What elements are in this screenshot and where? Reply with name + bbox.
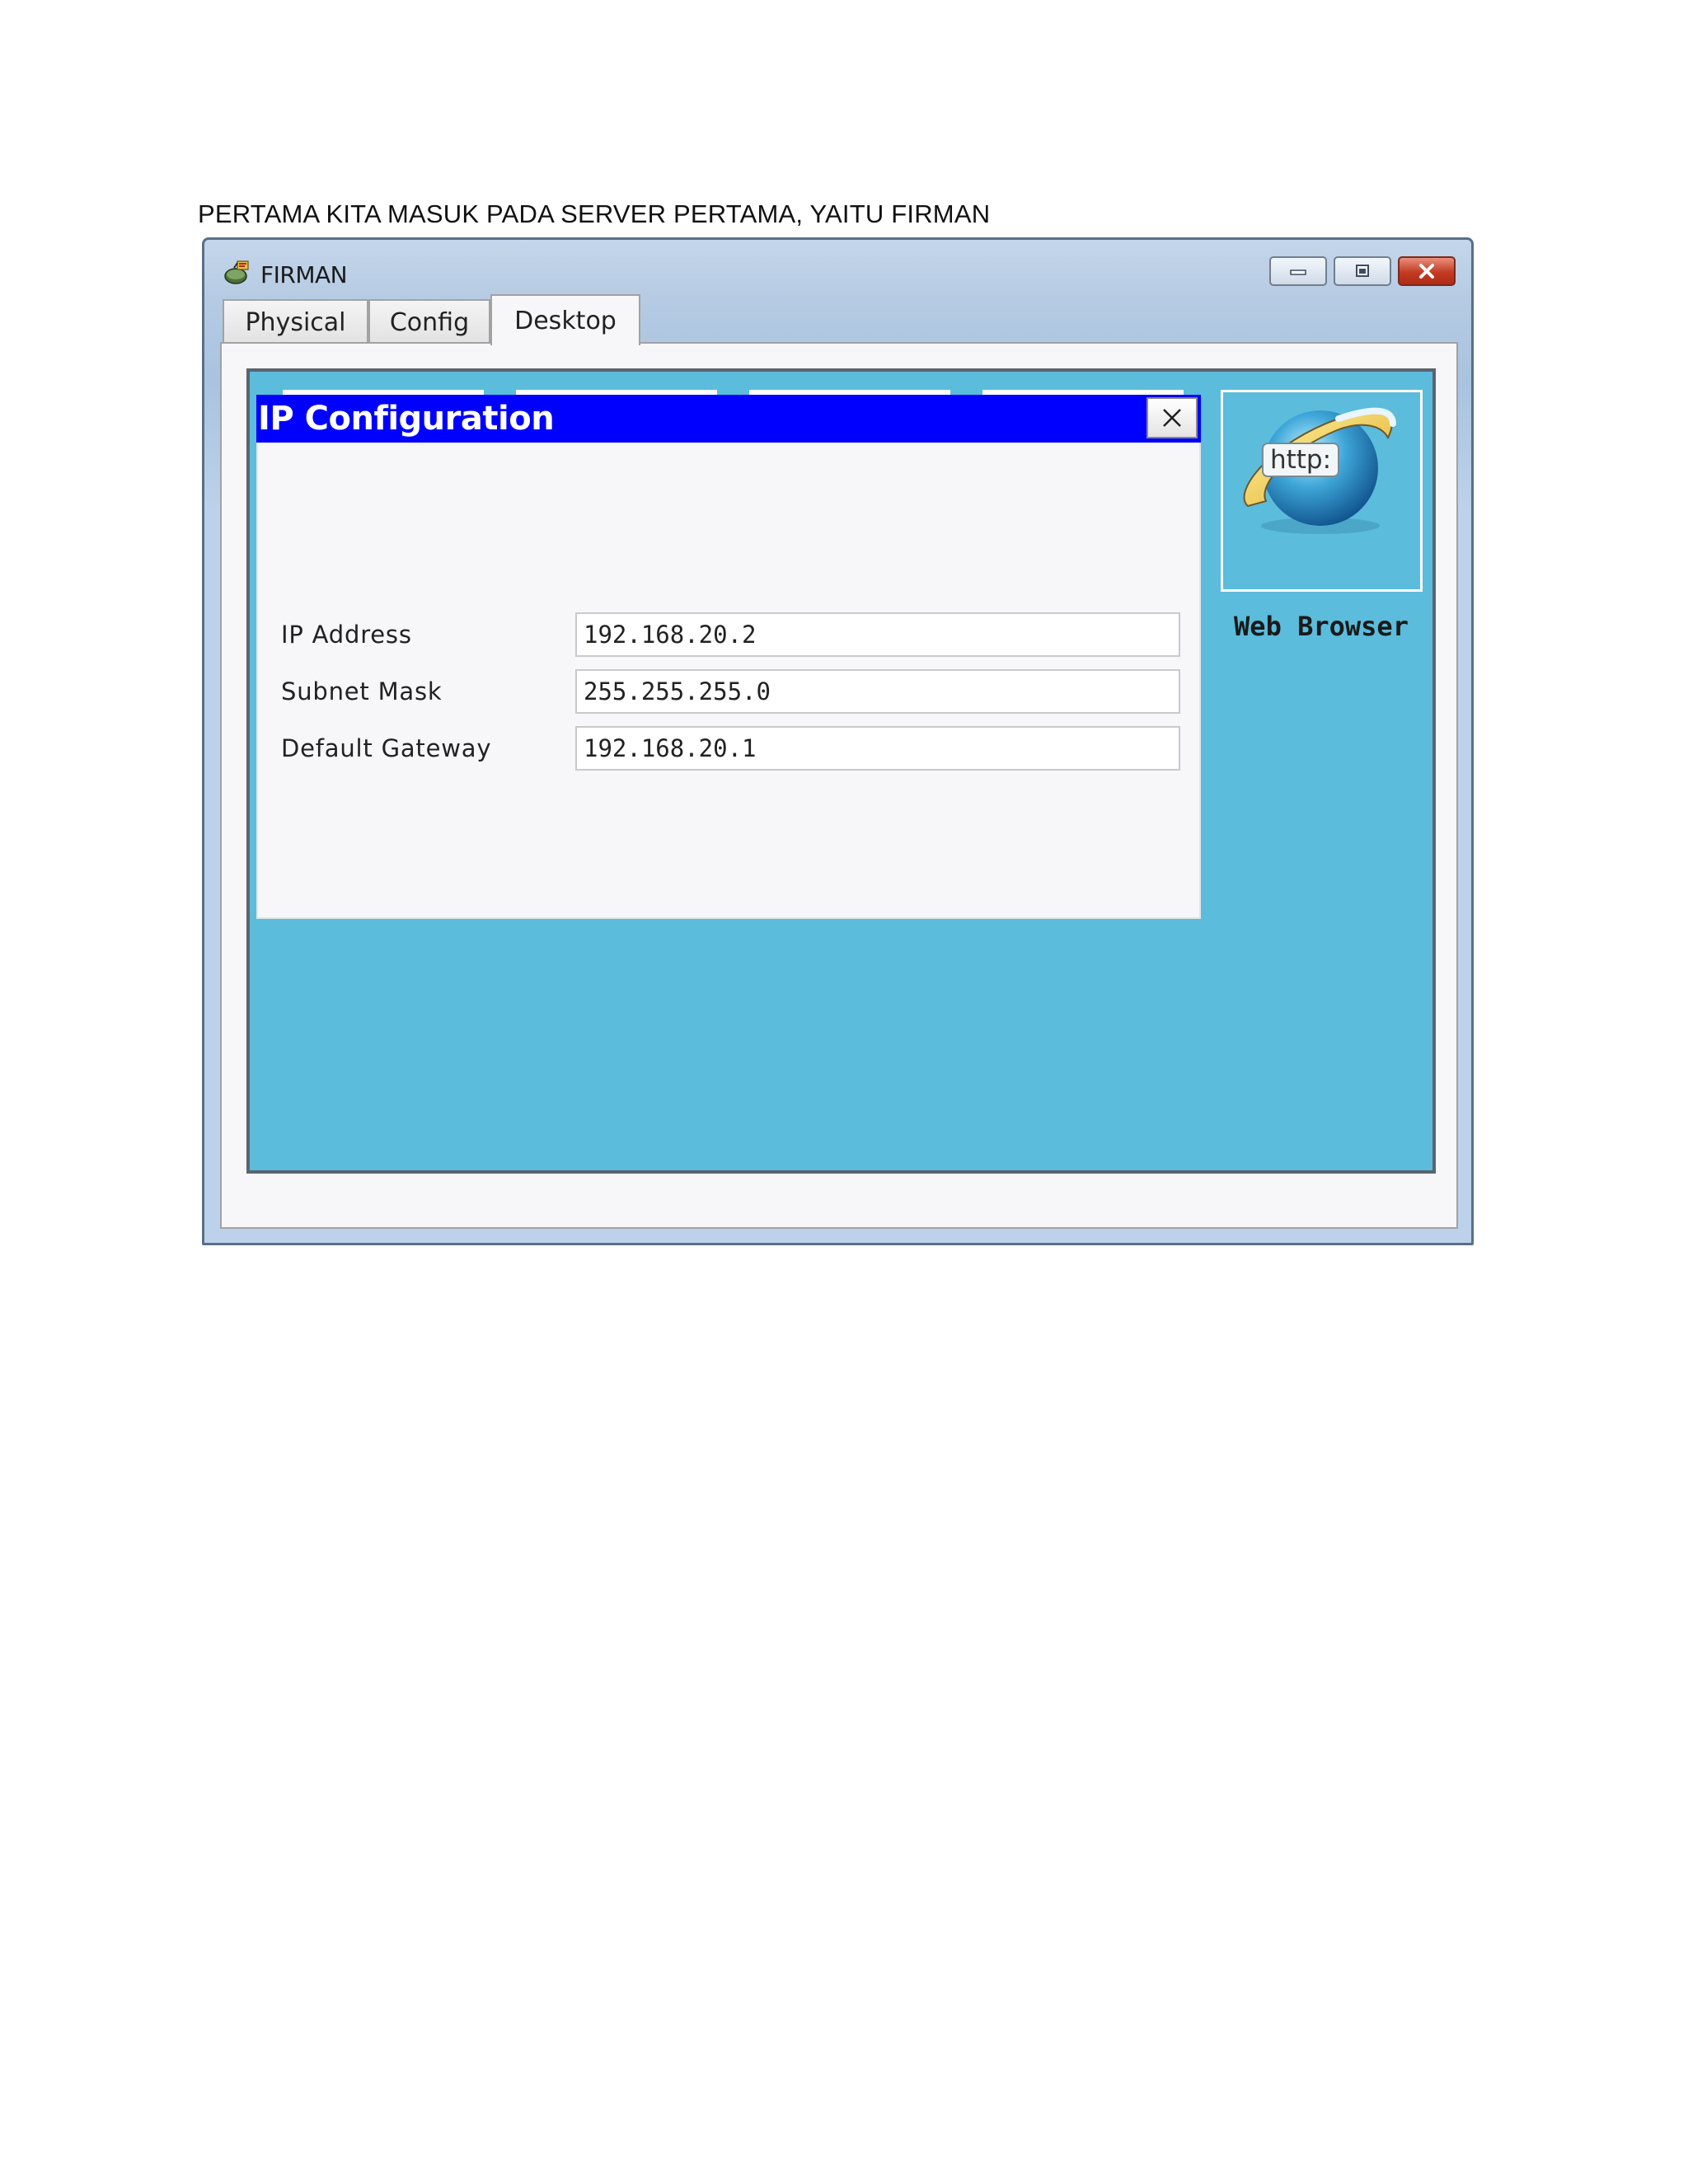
http-globe-icon: http: [1243, 407, 1396, 534]
web-browser-label[interactable]: Web Browser [1210, 611, 1432, 642]
desktop-area: IP Configuration IP Address Subnet Mask … [246, 368, 1436, 1174]
ip-address-input[interactable] [575, 612, 1180, 657]
dialog-close-button[interactable] [1146, 397, 1198, 438]
web-browser-tile[interactable]: http: [1221, 390, 1423, 592]
minimize-icon [1290, 269, 1306, 275]
tab-config[interactable]: Config [368, 299, 490, 344]
close-icon [1419, 264, 1434, 279]
close-icon [1163, 409, 1181, 427]
dialog-title: IP Configuration [258, 400, 555, 438]
tab-content-panel: IP Configuration IP Address Subnet Mask … [220, 342, 1458, 1229]
http-icon-text: http: [1270, 445, 1331, 475]
window-titlebar[interactable]: FIRMAN [204, 240, 1471, 298]
router-app-icon [224, 260, 249, 284]
device-window: FIRMAN Physical Config Desktop IP Config… [202, 237, 1474, 1245]
ip-address-label: IP Address [281, 621, 412, 649]
default-gateway-input[interactable] [575, 726, 1180, 771]
default-gateway-label: Default Gateway [281, 734, 492, 762]
ip-configuration-dialog: IP Configuration IP Address Subnet Mask … [256, 395, 1201, 919]
tab-physical[interactable]: Physical [223, 299, 368, 344]
subnet-mask-label: Subnet Mask [281, 677, 443, 705]
maximize-icon [1356, 265, 1369, 277]
tab-desktop[interactable]: Desktop [490, 294, 640, 345]
window-close-button[interactable] [1398, 256, 1456, 286]
dialog-titlebar[interactable]: IP Configuration [256, 395, 1201, 443]
subnet-mask-input[interactable] [575, 669, 1180, 714]
maximize-button[interactable] [1334, 256, 1391, 286]
document-caption: PERTAMA KITA MASUK PADA SERVER PERTAMA, … [198, 199, 991, 228]
minimize-button[interactable] [1269, 256, 1327, 286]
window-title: FIRMAN [260, 261, 348, 288]
